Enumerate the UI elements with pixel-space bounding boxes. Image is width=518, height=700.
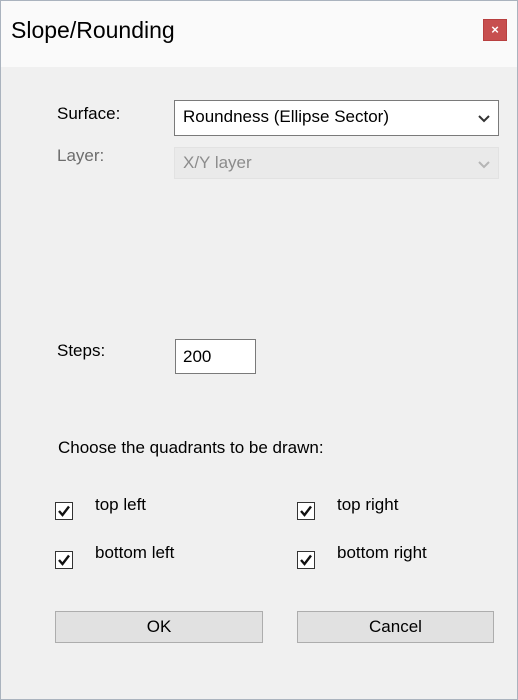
checkmark-icon — [58, 554, 70, 566]
top-right-checkbox[interactable] — [297, 502, 315, 520]
chevron-down-icon — [478, 115, 490, 123]
layer-label: Layer: — [57, 146, 105, 165]
top-left-checkbox[interactable] — [55, 502, 73, 520]
bottom-left-checkbox[interactable] — [55, 551, 73, 569]
window-title: Slope/Rounding — [11, 17, 175, 43]
steps-input-value: 200 — [183, 347, 212, 366]
dialog-body: Surface: Roundness (Ellipse Sector) Laye… — [1, 67, 517, 699]
bottom-left-label[interactable]: bottom left — [95, 543, 174, 563]
close-button[interactable]: × — [483, 19, 507, 41]
bottom-right-checkbox[interactable] — [297, 551, 315, 569]
steps-label: Steps: — [57, 341, 106, 360]
ok-button[interactable]: OK — [55, 611, 263, 643]
top-right-label[interactable]: top right — [337, 495, 398, 515]
title-bar[interactable]: Slope/Rounding × — [1, 1, 517, 67]
chevron-down-icon — [478, 161, 490, 169]
top-left-label[interactable]: top left — [95, 495, 146, 515]
quadrants-heading: Choose the quadrants to be drawn: — [58, 438, 324, 457]
checkmark-icon — [58, 505, 70, 517]
surface-dropdown-value: Roundness (Ellipse Sector) — [183, 107, 389, 126]
surface-dropdown[interactable]: Roundness (Ellipse Sector) — [174, 100, 499, 136]
checkmark-icon — [300, 554, 312, 566]
steps-input[interactable]: 200 — [175, 339, 256, 374]
close-icon: × — [491, 22, 499, 37]
layer-dropdown-value: X/Y layer — [183, 153, 252, 172]
slope-rounding-dialog: Slope/Rounding × Surface: Roundness (Ell… — [0, 0, 518, 700]
surface-label: Surface: — [57, 104, 121, 123]
layer-dropdown[interactable]: X/Y layer — [174, 147, 499, 179]
checkmark-icon — [300, 505, 312, 517]
bottom-right-label[interactable]: bottom right — [337, 543, 427, 563]
cancel-button[interactable]: Cancel — [297, 611, 494, 643]
